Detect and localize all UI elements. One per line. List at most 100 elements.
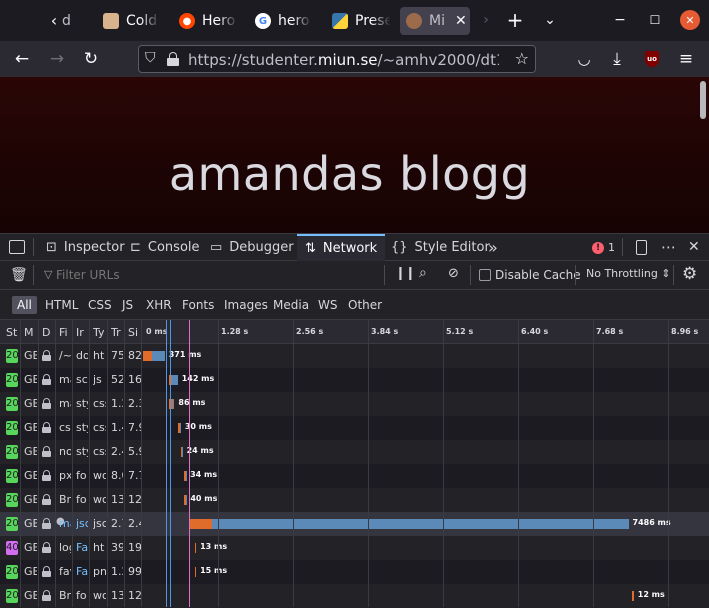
cell-initiator[interactable]: do — [76, 349, 88, 362]
timeline-gridline — [518, 320, 519, 607]
lock-icon — [42, 446, 51, 457]
filter-css[interactable]: CSS — [83, 296, 117, 314]
throttling-select[interactable]: No Throttling ⇕ — [586, 267, 671, 280]
timeline-gridline — [668, 320, 669, 607]
column-separator — [72, 320, 73, 607]
column-domain[interactable]: D — [42, 326, 52, 339]
column-status[interactable]: St — [6, 326, 18, 339]
filter-fonts[interactable]: Fonts — [177, 296, 219, 314]
error-count-badge[interactable]: ! 1 — [592, 234, 615, 261]
timing-receiving-segment — [185, 471, 187, 481]
new-tab-button[interactable]: + — [505, 8, 525, 32]
more-options-icon[interactable]: ⋯ — [661, 238, 676, 256]
column-file[interactable]: Fi — [59, 326, 70, 339]
cell-initiator[interactable]: sc — [76, 373, 88, 386]
column-method[interactable]: M — [24, 326, 34, 339]
timing-label: 371 ms — [168, 350, 202, 359]
trash-icon[interactable]: 🗑 — [10, 267, 28, 283]
tab-hidden[interactable]: d — [62, 7, 71, 35]
block-icon[interactable]: ⊘ — [448, 266, 459, 281]
gear-icon[interactable]: ⚙ — [682, 264, 697, 284]
tab-active[interactable]: Mi ✕ — [400, 7, 470, 35]
cell-method: GE — [24, 541, 37, 554]
python-icon — [332, 13, 348, 29]
cell-initiator[interactable]: sty — [76, 421, 88, 434]
cell-initiator[interactable]: jsc — [76, 517, 88, 530]
reload-button[interactable]: ↻ — [81, 49, 101, 69]
page-title: amandas blogg — [168, 147, 531, 201]
cell-initiator[interactable]: fo — [76, 469, 88, 482]
close-devtools-icon[interactable]: ✕ — [688, 239, 700, 255]
tab-console[interactable]: ⊏ Console — [127, 234, 203, 261]
tab-scroll-right-button[interactable]: › — [476, 10, 496, 30]
timing-label: 34 ms — [190, 470, 218, 479]
search-icon[interactable]: ⌕ — [419, 265, 427, 281]
pause-icon[interactable]: ❙❙ — [395, 266, 416, 281]
cell-initiator[interactable]: sty — [76, 445, 88, 458]
timing-receiving-segment — [171, 375, 178, 385]
cell-initiator[interactable]: Fa — [76, 565, 88, 578]
shield-icon[interactable]: ⛉ — [145, 50, 156, 66]
element-picker-icon[interactable] — [9, 240, 25, 254]
lock-icon — [42, 590, 51, 601]
tab-debugger[interactable]: ▭ Debugger — [207, 234, 297, 261]
maximize-button[interactable]: ☐ — [645, 10, 665, 30]
filter-other[interactable]: Other — [343, 296, 387, 314]
web-page-viewport: amandas blogg — [0, 77, 709, 233]
url-bar[interactable]: ⛉ https://studenter.miun.se/~amhv2000/dt… — [138, 45, 536, 73]
column-transferred[interactable]: Tr — [111, 326, 121, 339]
tab-fade — [140, 8, 160, 34]
filter-funnel-icon: ▽ — [44, 268, 53, 281]
bookmark-star-icon[interactable]: ☆ — [515, 49, 529, 68]
timing-receiving-segment — [151, 351, 165, 361]
cell-initiator[interactable]: sty — [76, 397, 88, 410]
cell-initiator[interactable]: fo — [76, 589, 88, 602]
tab-network[interactable]: ⇅ Network — [297, 234, 386, 261]
back-button[interactable]: ← — [12, 49, 32, 69]
responsive-design-icon[interactable] — [636, 240, 647, 255]
lock-icon[interactable] — [166, 50, 180, 66]
filter-ws[interactable]: WS — [313, 296, 342, 314]
column-initiator[interactable]: Ir — [76, 326, 86, 339]
filter-all[interactable]: All — [12, 296, 37, 314]
timeline-gridline — [218, 320, 219, 607]
filter-js[interactable]: JS — [117, 296, 138, 314]
cell-initiator[interactable]: Fa — [76, 541, 88, 554]
lock-icon — [42, 494, 51, 505]
divider — [622, 238, 623, 256]
downloads-icon[interactable]: ⤓ — [607, 49, 627, 69]
close-window-button[interactable]: ✕ — [680, 10, 700, 30]
filter-html[interactable]: HTML — [40, 296, 83, 314]
list-all-tabs-button[interactable]: ⌄ — [540, 10, 560, 30]
filter-urls-input[interactable] — [56, 265, 376, 285]
disable-cache-checkbox[interactable] — [479, 269, 491, 281]
more-tools-chevron-icon[interactable]: » — [488, 234, 498, 261]
tab-label: Network — [322, 241, 378, 256]
filter-media[interactable]: Media — [268, 296, 314, 314]
cell-method: GE — [24, 589, 37, 602]
ublock-origin-icon[interactable]: uo — [642, 49, 662, 69]
timeline-gridline — [368, 320, 369, 607]
minimize-button[interactable]: − — [610, 10, 630, 30]
pocket-icon[interactable]: ◡ — [574, 49, 594, 69]
cell-file: ma — [59, 373, 71, 386]
tab-scroll-left-button[interactable]: ‹ — [44, 10, 64, 30]
cell-size: 12 — [128, 493, 141, 506]
column-size[interactable]: Si — [128, 326, 139, 339]
tab-inspector[interactable]: ⊡ Inspector — [43, 234, 128, 261]
column-type[interactable]: Ty — [93, 326, 104, 339]
filter-images[interactable]: Images — [219, 296, 273, 314]
cell-size: 82 — [128, 349, 141, 362]
hamburger-menu-icon[interactable]: ≡ — [676, 49, 696, 69]
cell-type: css — [93, 397, 106, 410]
close-tab-icon[interactable]: ✕ — [455, 13, 467, 29]
tab-style-editor[interactable]: {} Style Editor — [388, 234, 493, 261]
cell-transferred: 13 — [111, 493, 123, 506]
filter-xhr[interactable]: XHR — [141, 296, 177, 314]
cell-initiator[interactable]: fo — [76, 493, 88, 506]
timeline-tick-label: 6.40 s — [521, 327, 549, 336]
column-separator — [20, 320, 21, 607]
timeline-gridline — [443, 320, 444, 607]
page-scrollbar[interactable] — [700, 81, 706, 119]
forward-button[interactable]: → — [47, 49, 67, 69]
